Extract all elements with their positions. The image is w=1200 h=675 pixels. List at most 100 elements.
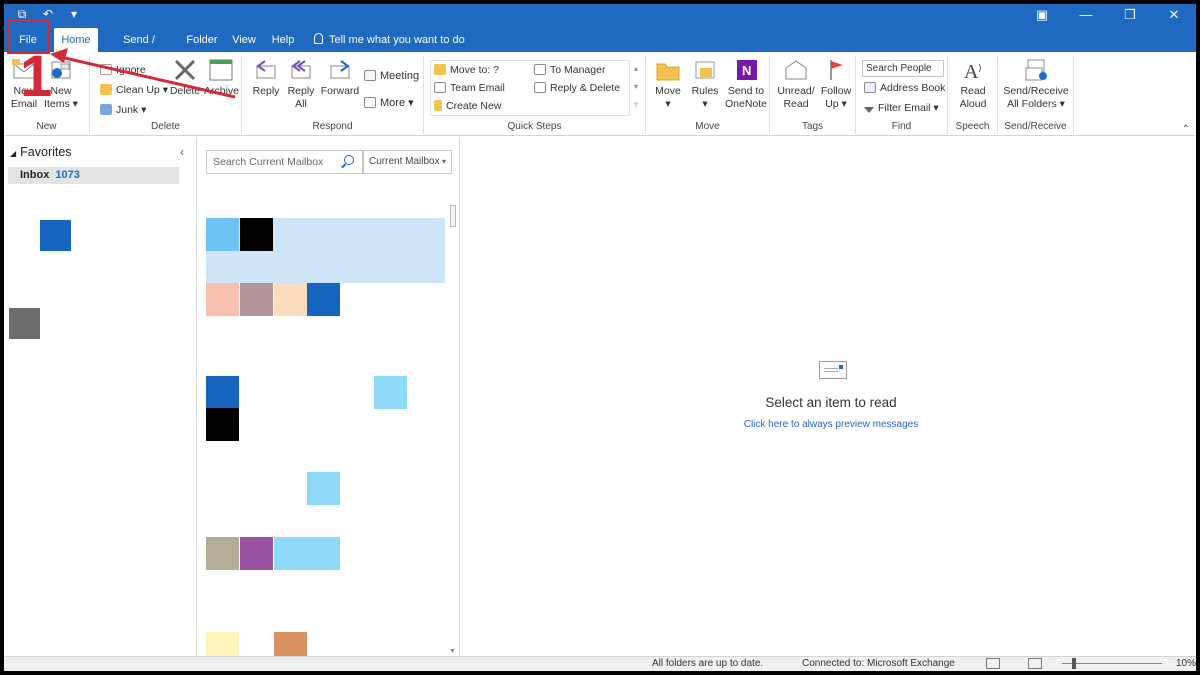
ribbon: New Email New Items ▾ New Ignore Clean U… xyxy=(4,52,1196,136)
forward-button[interactable]: Forward xyxy=(320,58,360,98)
restore-button[interactable]: ❐ xyxy=(1108,4,1152,28)
redacted-block xyxy=(206,632,239,657)
tell-me-box[interactable]: Tell me what you want to do xyxy=(314,28,465,52)
ribbon-display-options-icon[interactable]: ▣ xyxy=(1020,4,1064,28)
tab-send-receive[interactable]: Send / Receive xyxy=(102,28,176,70)
redacted-block xyxy=(274,283,307,316)
customize-qat-icon[interactable]: ▾ xyxy=(66,7,82,22)
junk-icon xyxy=(100,104,112,115)
reply-button[interactable]: Reply xyxy=(248,58,284,98)
forward-icon xyxy=(330,60,350,79)
search-scope-label: Current Mailbox xyxy=(369,156,440,167)
more-respond-button[interactable]: More ▾ xyxy=(364,96,414,109)
normal-view-icon[interactable] xyxy=(986,658,1000,669)
reply-all-button[interactable]: Reply All xyxy=(284,58,318,111)
tab-home[interactable]: Home xyxy=(54,28,98,52)
team-email-label: Team Email xyxy=(450,82,505,94)
redacted-block xyxy=(240,283,273,316)
chevron-down-icon: ▾ xyxy=(441,157,446,166)
tab-help[interactable]: Help xyxy=(266,28,300,52)
redacted-block xyxy=(307,283,340,316)
create-new-label: Create New xyxy=(446,100,502,112)
zoom-level: 10% xyxy=(1176,658,1196,669)
delete-button[interactable]: Delete xyxy=(168,58,202,98)
quick-step-create-new[interactable]: Create New xyxy=(434,100,501,112)
clean-up-button[interactable]: Clean Up ▾ xyxy=(100,84,168,96)
collapse-pane-icon[interactable]: ‹ xyxy=(180,145,184,159)
inbox-folder[interactable]: Inbox 1073 xyxy=(8,167,179,184)
minimize-button[interactable]: — xyxy=(1064,4,1108,28)
delete-label: Delete xyxy=(169,85,201,97)
meeting-button[interactable]: Meeting xyxy=(364,70,419,82)
redacted-block xyxy=(374,376,407,409)
connection-status: Connected to: Microsoft Exchange xyxy=(802,658,955,669)
group-delete: Ignore Clean Up ▾ Junk ▾ Delete Archive … xyxy=(90,56,242,134)
flag-icon xyxy=(830,60,843,80)
read-aloud-icon: A xyxy=(964,61,981,82)
follow-up-button[interactable]: Follow Up ▾ xyxy=(818,58,854,111)
redacted-block xyxy=(9,308,40,339)
outlook-window: ⧉ ↶ ▾ ▣ — ❐ ✕ File Home Send / Receive F… xyxy=(4,4,1196,671)
quick-step-team-email[interactable]: Team Email xyxy=(434,82,505,94)
group-move-label: Move xyxy=(695,121,720,132)
search-mailbox-input[interactable]: Search Current Mailbox xyxy=(206,150,363,174)
filter-email-button[interactable]: Filter Email ▾ xyxy=(864,102,939,114)
read-aloud-button[interactable]: A Read Aloud xyxy=(952,58,994,111)
unread-envelope-icon xyxy=(785,60,807,80)
rules-button[interactable]: Rules ▾ xyxy=(688,58,722,111)
group-move: Move ▾ Rules ▾ N Send to OneNote Move xyxy=(646,56,770,134)
redacted-block xyxy=(307,472,340,505)
unread-read-button[interactable]: Unread/ Read xyxy=(774,58,818,111)
group-respond-label: Respond xyxy=(312,121,353,132)
group-find: Search People Address Book Filter Email … xyxy=(856,56,948,134)
search-scope-dropdown[interactable]: Current Mailbox ▾ xyxy=(363,150,452,174)
scrollbar-thumb[interactable] xyxy=(450,205,456,227)
send-receive-all-button[interactable]: Send/Receive All Folders ▾ xyxy=(1002,58,1070,111)
window-controls: ▣ — ❐ ✕ xyxy=(1020,4,1196,28)
send-to-onenote-label: Send to OneNote xyxy=(724,85,768,110)
archive-button[interactable]: Archive xyxy=(204,58,239,98)
close-button[interactable]: ✕ xyxy=(1152,4,1196,28)
ribbon-tab-bar: File Home Send / Receive Folder View Hel… xyxy=(4,28,1196,70)
group-quick-steps-label: Quick Steps xyxy=(507,121,562,132)
quick-step-move-to[interactable]: Move to: ? xyxy=(434,64,499,76)
scroll-down-icon[interactable]: ▼ xyxy=(449,648,456,655)
tab-view[interactable]: View xyxy=(228,28,260,52)
expand-triangle-icon: ◢ xyxy=(10,149,17,158)
redacted-block xyxy=(274,537,340,570)
redacted-block xyxy=(206,376,239,409)
collapse-ribbon-icon[interactable]: ⌃ xyxy=(1182,124,1190,135)
title-bar: ⧉ ↶ ▾ ▣ — ❐ ✕ xyxy=(4,4,1196,28)
redacted-block xyxy=(40,220,71,251)
reading-view-icon[interactable] xyxy=(1028,658,1042,669)
group-new-label: New xyxy=(36,121,57,132)
redacted-block xyxy=(206,283,239,316)
inbox-label: Inbox xyxy=(20,169,50,181)
ignore-button[interactable]: Ignore xyxy=(100,64,146,76)
search-icon[interactable] xyxy=(344,155,354,165)
message-list-scrollbar[interactable]: ▼ xyxy=(449,203,458,655)
meeting-label: Meeting xyxy=(380,70,420,82)
zoom-slider-thumb[interactable] xyxy=(1072,658,1076,669)
group-tags-label: Tags xyxy=(801,121,824,132)
empty-reading-message: Select an item to read xyxy=(765,395,897,410)
tab-folder[interactable]: Folder xyxy=(182,28,222,52)
address-book-button[interactable]: Address Book xyxy=(864,82,945,94)
reading-pane: Select an item to read Click here to alw… xyxy=(461,137,1196,657)
reply-label: Reply xyxy=(252,85,280,97)
quick-step-reply-delete[interactable]: Reply & Delete xyxy=(534,82,620,94)
move-button[interactable]: Move ▾ xyxy=(650,58,686,111)
favorites-header[interactable]: ◢ Favorites xyxy=(10,145,72,159)
group-send-receive: Send/Receive All Folders ▾ Send/Receive xyxy=(998,56,1074,134)
always-preview-link[interactable]: Click here to always preview messages xyxy=(461,419,1196,430)
send-to-onenote-button[interactable]: N Send to OneNote xyxy=(724,58,768,111)
redacted-block xyxy=(274,632,307,657)
search-people-input[interactable]: Search People xyxy=(862,60,944,77)
zoom-slider[interactable] xyxy=(1062,663,1162,664)
quick-steps-scroll[interactable]: ▴ ▾ ▿ xyxy=(630,60,642,116)
search-placeholder: Search Current Mailbox xyxy=(213,156,324,168)
quick-step-to-manager[interactable]: To Manager xyxy=(534,64,605,76)
junk-button[interactable]: Junk ▾ xyxy=(100,104,146,116)
to-manager-icon xyxy=(534,64,546,75)
reply-all-icon xyxy=(291,60,311,79)
